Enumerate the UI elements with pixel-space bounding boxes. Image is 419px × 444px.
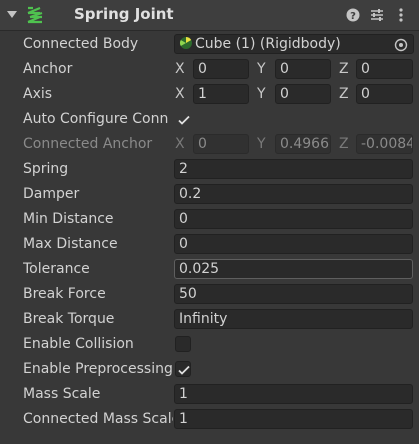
axis-x-field[interactable]: 1 (193, 84, 249, 104)
connected-anchor-row: Connected Anchor X 0 Y 0.4966 Z -0.0084 (0, 132, 419, 157)
min-distance-field[interactable]: 0 (174, 209, 413, 229)
anchor-y-label: Y (257, 61, 266, 77)
break-force-field[interactable]: 50 (174, 284, 413, 304)
presets-icon[interactable] (369, 7, 385, 23)
enable-collision-row: Enable Collision (0, 332, 419, 357)
break-force-row: Break Force 50 (0, 282, 419, 307)
connected-anchor-y-label: Y (257, 136, 266, 152)
checkmark-icon (178, 115, 190, 125)
axis-x-label: X (175, 86, 185, 102)
tolerance-field[interactable]: 0.025 (174, 259, 413, 279)
connected-body-field[interactable]: Cube (1) (Rigidbody) (174, 34, 414, 54)
connected-anchor-y-field: 0.4966 (275, 134, 331, 154)
tolerance-row: Tolerance 0.025 (0, 257, 419, 282)
auto-configure-label: Auto Configure Conn (23, 111, 169, 127)
anchor-z-field[interactable]: 0 (356, 59, 413, 79)
min-distance-label: Min Distance (23, 211, 114, 227)
component-title: Spring Joint (74, 5, 174, 23)
rigidbody-icon (179, 37, 192, 49)
max-distance-row: Max Distance 0 (0, 232, 419, 257)
anchor-y-field[interactable]: 0 (275, 59, 331, 79)
auto-configure-row: Auto Configure Conn (0, 107, 419, 132)
anchor-row: Anchor X 0 Y 0 Z 0 (0, 57, 419, 82)
axis-z-field[interactable]: 0 (356, 84, 413, 104)
axis-row: Axis X 1 Y 0 Z 0 (0, 82, 419, 107)
mass-scale-label: Mass Scale (23, 386, 101, 402)
component-header[interactable]: Spring Joint ? (0, 0, 419, 31)
auto-configure-checkbox[interactable] (175, 111, 191, 127)
checkmark-icon (178, 365, 190, 375)
enable-collision-label: Enable Collision (23, 336, 134, 352)
axis-z-label: Z (339, 86, 349, 102)
anchor-label: Anchor (23, 61, 73, 77)
damper-field[interactable]: 0.2 (174, 184, 413, 204)
axis-label: Axis (23, 86, 53, 102)
anchor-x-label: X (175, 61, 185, 77)
connected-anchor-x-label: X (175, 136, 185, 152)
help-icon[interactable]: ? (345, 7, 361, 23)
break-torque-label: Break Torque (23, 311, 115, 327)
connected-body-row: Connected Body Cube (1) (Rigidbody) (0, 32, 419, 57)
break-torque-row: Break Torque Infinity (0, 307, 419, 332)
enable-preprocessing-label: Enable Preprocessing (23, 361, 173, 377)
object-picker-icon[interactable] (393, 37, 409, 53)
connected-anchor-z-label: Z (339, 136, 349, 152)
enable-preprocessing-row: Enable Preprocessing (0, 357, 419, 382)
connected-mass-scale-field[interactable]: 1 (174, 409, 413, 429)
kebab-menu-icon[interactable] (393, 7, 409, 23)
mass-scale-field[interactable]: 1 (174, 384, 413, 404)
axis-y-field[interactable]: 0 (275, 84, 331, 104)
spring-field[interactable]: 2 (174, 159, 413, 179)
axis-y-label: Y (257, 86, 266, 102)
connected-mass-scale-label: Connected Mass Scale (23, 411, 173, 427)
spring-label: Spring (23, 161, 69, 177)
break-force-label: Break Force (23, 286, 106, 302)
anchor-x-field[interactable]: 0 (193, 59, 249, 79)
min-distance-row: Min Distance 0 (0, 207, 419, 232)
damper-row: Damper 0.2 (0, 182, 419, 207)
tolerance-label: Tolerance (23, 261, 90, 277)
enable-collision-checkbox[interactable] (175, 336, 191, 352)
max-distance-label: Max Distance (23, 236, 118, 252)
connected-mass-scale-row: Connected Mass Scale 1 (0, 407, 419, 432)
anchor-z-label: Z (339, 61, 349, 77)
break-torque-field[interactable]: Infinity (174, 309, 413, 329)
svg-text:?: ? (350, 11, 356, 22)
enable-preprocessing-checkbox[interactable] (175, 361, 191, 377)
foldout-arrow-icon[interactable] (7, 11, 17, 18)
connected-anchor-label: Connected Anchor (23, 136, 153, 152)
connected-anchor-x-field: 0 (193, 134, 249, 154)
connected-body-value: Cube (1) (Rigidbody) (195, 36, 341, 52)
mass-scale-row: Mass Scale 1 (0, 382, 419, 407)
damper-label: Damper (23, 186, 80, 202)
connected-body-label: Connected Body (23, 36, 139, 52)
connected-anchor-z-field: -0.0084 (356, 134, 413, 154)
max-distance-field[interactable]: 0 (174, 234, 413, 254)
spring-joint-icon (27, 6, 43, 24)
spring-row: Spring 2 (0, 157, 419, 182)
